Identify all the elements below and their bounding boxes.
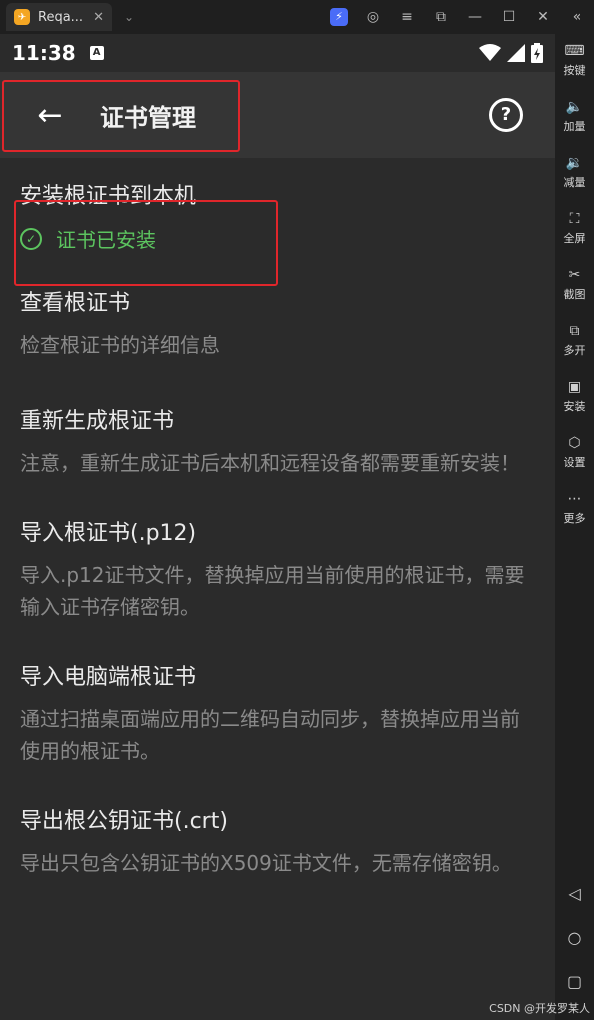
item-desc: 检查根证书的详细信息 — [20, 333, 220, 357]
item-desc: 导入.p12证书文件，替换掉应用当前使用的根证书，需要输入证书存储密钥。 — [20, 563, 525, 619]
sidebar-label: 全屏 — [563, 232, 586, 245]
keyboard-icon: ⌨ — [564, 43, 585, 59]
volume-up-icon: 🔈 — [565, 99, 584, 115]
notification-a-icon: A — [89, 46, 104, 60]
account-icon[interactable]: ◎ — [356, 9, 390, 25]
sidebar-label: 按键 — [563, 64, 586, 77]
item-desc: 注意，重新生成证书后本机和远程设备都需要重新安装！ — [20, 451, 520, 475]
status-bar: 11:38 A — [0, 34, 555, 72]
sidebar-more[interactable]: ⋯ 更多 — [555, 488, 594, 544]
status-icons — [479, 43, 543, 63]
sidebar-label: 减量 — [563, 176, 586, 189]
battery-icon — [531, 43, 543, 63]
sidebar-label: 设置 — [563, 456, 586, 469]
boost-icon[interactable]: ⚡ — [322, 8, 356, 26]
window-controls: ⚡ ◎ ≡ ⧉ — ☐ ✕ « — [322, 0, 594, 34]
item-title: 导出根公钥证书(.crt) — [20, 809, 228, 834]
item-title: 导入电脑端根证书 — [20, 665, 197, 690]
item-desc: 导出只包含公钥证书的X509证书文件，无需存储密钥。 — [20, 851, 512, 875]
sidebar-label: 多开 — [563, 344, 586, 357]
multi-open-icon: ⧉ — [569, 323, 580, 339]
sidebar-volume-down[interactable]: 🔉 减量 — [555, 152, 594, 208]
collapse-sidebar-icon[interactable]: « — [560, 9, 594, 25]
app-logo-icon: ✈ — [14, 9, 30, 25]
import-desktop-cert-item[interactable]: 导入电脑端根证书 通过扫描桌面端应用的二维码自动同步，替换掉应用当前使用的根证书… — [20, 623, 535, 767]
view-cert-item[interactable]: 查看根证书 检查根证书的详细信息 — [20, 253, 535, 361]
emulator-sidebar: ⌨ 按键 🔈 加量 🔉 减量 ⛶ 全屏 ✂ 截图 ⧉ 多开 ▣ 安装 ⬡ 设置 … — [555, 34, 594, 1020]
install-status-text: 证书已安装 — [56, 228, 156, 252]
sidebar-settings[interactable]: ⬡ 设置 — [555, 432, 594, 488]
import-p12-item[interactable]: 导入根证书(.p12) 导入.p12证书文件，替换掉应用当前使用的根证书，需要输… — [20, 479, 535, 623]
item-title: 安装根证书到本机 — [20, 184, 197, 209]
watermark: CSDN @开发罗某人 — [489, 1002, 590, 1015]
export-crt-item[interactable]: 导出根公钥证书(.crt) 导出只包含公钥证书的X509证书文件，无需存储密钥。 — [20, 767, 535, 879]
sidebar-label: 加量 — [563, 120, 586, 133]
check-circle-icon: ✓ — [20, 227, 42, 250]
tab-close-icon[interactable]: ✕ — [93, 10, 104, 25]
volume-down-icon: 🔉 — [565, 155, 584, 171]
sidebar-fullscreen[interactable]: ⛶ 全屏 — [555, 208, 594, 264]
scissors-icon: ✂ — [568, 267, 581, 283]
install-cert-item[interactable]: 安装根证书到本机 ✓ 证书已安装 — [20, 158, 535, 253]
install-status: ✓ 证书已安装 — [20, 224, 535, 253]
sidebar-label: 安装 — [563, 400, 586, 413]
phone-screen: 11:38 A ← 证书管理 ? 安装根证书到本机 ✓ 证书已安装 查看根证书 … — [0, 34, 555, 1020]
item-title: 查看根证书 — [20, 291, 131, 316]
item-title: 导入根证书(.p12) — [20, 521, 197, 546]
minimize-icon[interactable]: — — [458, 9, 492, 25]
status-time: 11:38 — [12, 41, 76, 65]
signal-icon — [507, 44, 525, 62]
sidebar-label: 更多 — [563, 512, 586, 525]
close-icon[interactable]: ✕ — [526, 9, 560, 25]
help-icon[interactable]: ? — [489, 98, 523, 132]
more-icon: ⋯ — [567, 491, 582, 507]
settings-icon: ⬡ — [568, 435, 581, 451]
pin-icon[interactable]: ⧉ — [424, 9, 458, 25]
regenerate-cert-item[interactable]: 重新生成根证书 注意，重新生成证书后本机和远程设备都需要重新安装！ — [20, 361, 535, 479]
nav-recents-icon[interactable]: ▢ — [555, 972, 594, 991]
wifi-icon — [479, 44, 501, 61]
app-bar: ← 证书管理 ? — [0, 72, 555, 158]
apk-icon: ▣ — [567, 379, 582, 395]
sidebar-label: 截图 — [563, 288, 586, 301]
fullscreen-icon: ⛶ — [569, 211, 580, 227]
sidebar-keys[interactable]: ⌨ 按键 — [555, 40, 594, 96]
sidebar-install-apk[interactable]: ▣ 安装 — [555, 376, 594, 432]
certificate-options-list: 安装根证书到本机 ✓ 证书已安装 查看根证书 检查根证书的详细信息 重新生成根证… — [0, 158, 555, 879]
maximize-icon[interactable]: ☐ — [492, 9, 526, 25]
app-tab[interactable]: ✈ Reqa... ✕ — [6, 3, 112, 31]
sidebar-multi-open[interactable]: ⧉ 多开 — [555, 320, 594, 376]
sidebar-screenshot[interactable]: ✂ 截图 — [555, 264, 594, 320]
tab-title: Reqa... — [38, 9, 84, 25]
sidebar-volume-up[interactable]: 🔈 加量 — [555, 96, 594, 152]
item-desc: 通过扫描桌面端应用的二维码自动同步，替换掉应用当前使用的根证书。 — [20, 707, 520, 763]
nav-back-icon[interactable]: ◁ — [555, 884, 594, 903]
nav-home-icon[interactable]: ○ — [555, 928, 594, 947]
emulator-title-bar: ✈ Reqa... ✕ ⌄ ⚡ ◎ ≡ ⧉ — ☐ ✕ « — [0, 0, 594, 34]
item-title: 重新生成根证书 — [20, 409, 175, 434]
page-title: 证书管理 — [100, 103, 196, 132]
back-arrow-icon[interactable]: ← — [10, 98, 90, 133]
menu-icon[interactable]: ≡ — [390, 9, 424, 25]
tab-dropdown-icon[interactable]: ⌄ — [124, 10, 134, 24]
